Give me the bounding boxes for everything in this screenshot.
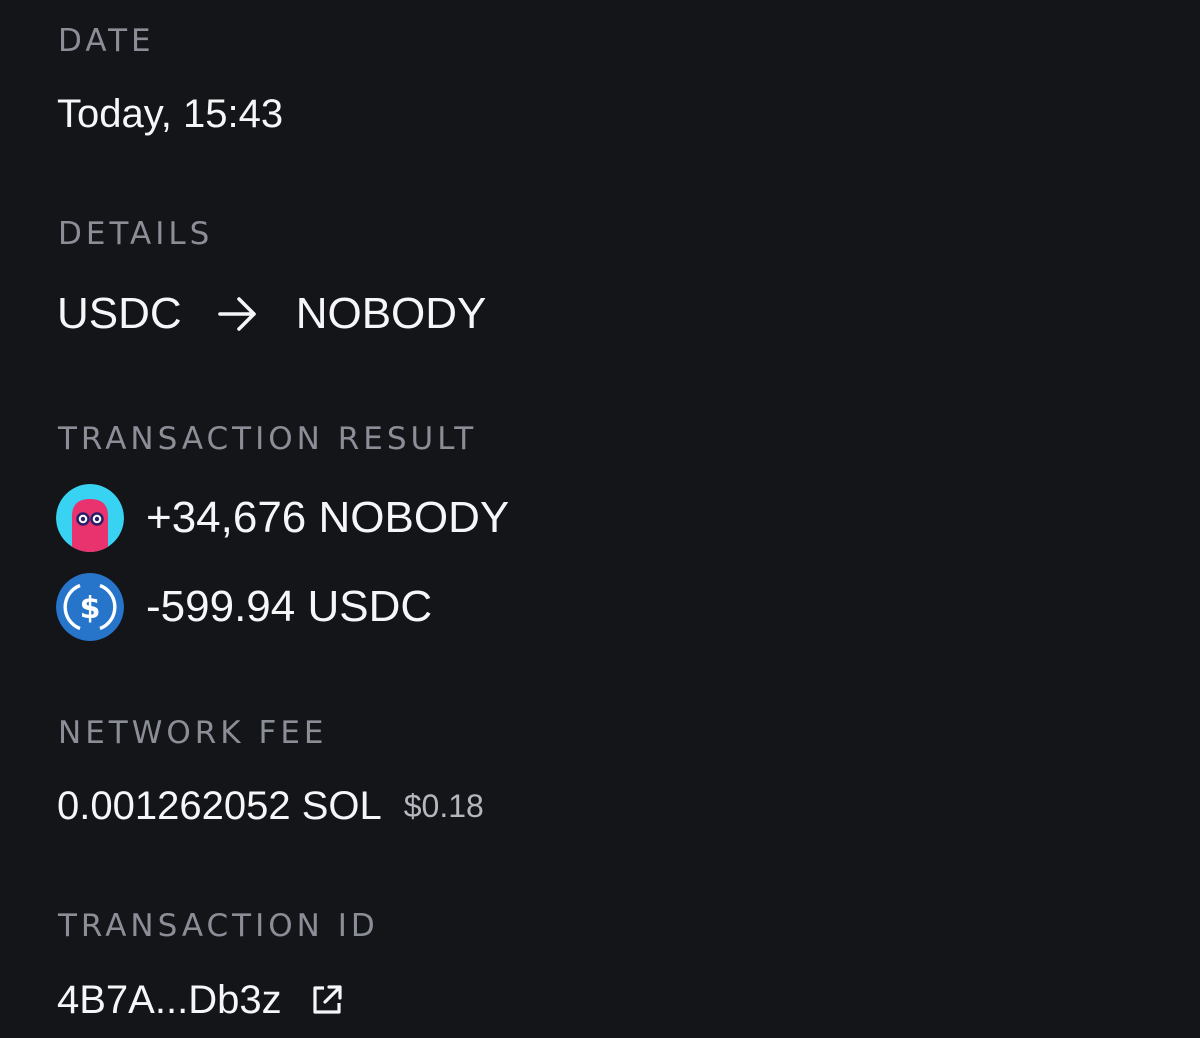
network-fee-amount: 0.001262052 SOL bbox=[57, 784, 382, 828]
details-swap-row: USDC NOBODY bbox=[57, 292, 486, 336]
from-token: USDC bbox=[57, 289, 182, 338]
external-link-icon[interactable] bbox=[310, 983, 344, 1017]
result-usdc-amount: -599.94 USDC bbox=[146, 582, 433, 631]
svg-text:$: $ bbox=[80, 591, 101, 626]
arrow-right-icon bbox=[217, 297, 258, 331]
transaction-result-label: TRANSACTION RESULT bbox=[58, 421, 478, 457]
network-fee-usd: $0.18 bbox=[403, 788, 484, 824]
network-fee-row: 0.001262052 SOL $0.18 bbox=[57, 786, 484, 826]
transaction-id-row[interactable]: 4B7A...Db3z bbox=[57, 980, 344, 1020]
to-token: NOBODY bbox=[295, 289, 487, 338]
result-row-usdc: $ -599.94 USDC bbox=[56, 573, 432, 641]
date-value: Today, 15:43 bbox=[57, 92, 284, 136]
usdc-token-icon: $ bbox=[56, 573, 124, 641]
nobody-token-icon bbox=[56, 484, 124, 552]
result-row-nobody: +34,676 NOBODY bbox=[56, 484, 509, 552]
result-nobody-amount: +34,676 NOBODY bbox=[146, 493, 510, 542]
date-label: DATE bbox=[58, 23, 155, 59]
network-fee-label: NETWORK FEE bbox=[58, 715, 328, 751]
transaction-id-label: TRANSACTION ID bbox=[58, 908, 379, 944]
details-label: DETAILS bbox=[58, 216, 214, 252]
transaction-id-value[interactable]: 4B7A...Db3z bbox=[57, 980, 282, 1020]
